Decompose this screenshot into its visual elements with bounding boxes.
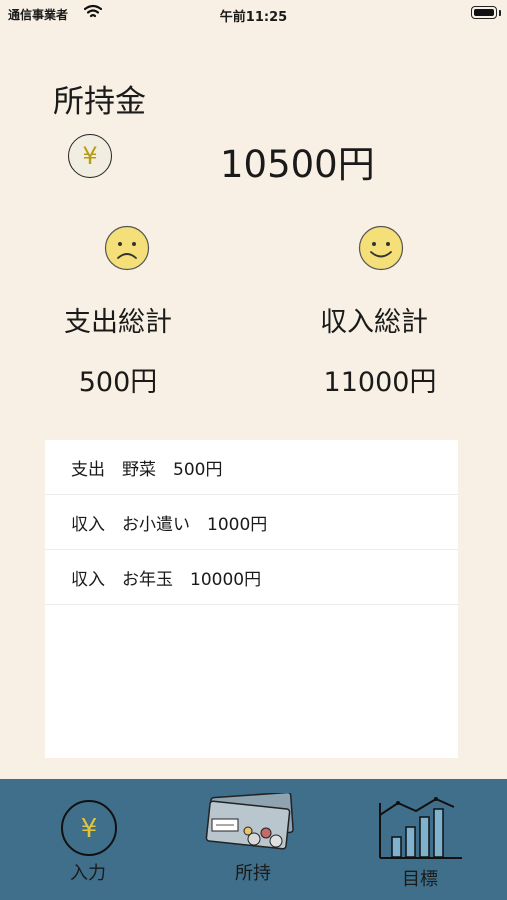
income-total-value: 11000円 (323, 367, 437, 398)
balance-amount: 10500円 (220, 143, 375, 186)
balance-title: 所持金 (53, 84, 146, 120)
tab-goal[interactable]: 目標 (350, 779, 500, 900)
tab-bar: ¥ 入力 所持 目標 (0, 779, 507, 900)
tab-holdings-label: 所持 (235, 863, 271, 884)
wallet-icon (205, 793, 294, 850)
yen-symbol: ¥ (82, 142, 98, 170)
transaction-list[interactable]: 支出 野菜 500円 収入 お小遣い 1000円 収入 お年玉 10000円 (45, 440, 458, 758)
expense-total-value: 500円 (78, 367, 158, 398)
transaction-text: 収入 お年玉 10000円 (71, 569, 262, 590)
income-total-label: 収入総計 (320, 307, 428, 338)
battery-icon (471, 6, 497, 19)
status-time: 午前11:25 (219, 10, 288, 25)
sad-face-icon (104, 225, 150, 271)
tab-goal-label: 目標 (402, 869, 438, 890)
list-item[interactable]: 収入 お小遣い 1000円 (45, 495, 458, 550)
happy-face-icon (358, 225, 404, 271)
tab-holdings[interactable]: 所持 (190, 779, 320, 900)
transaction-text: 支出 野菜 500円 (71, 459, 223, 480)
svg-text:¥: ¥ (81, 814, 98, 844)
tab-input-label: 入力 (70, 863, 106, 884)
expense-total-label: 支出総計 (64, 307, 172, 338)
status-bar: 通信事業者 午前11:25 (0, 0, 507, 28)
list-item[interactable]: 収入 お年玉 10000円 (45, 550, 458, 605)
list-item[interactable]: 支出 野菜 500円 (45, 440, 458, 495)
yen-coin-icon: ¥ (61, 800, 117, 856)
battery-cap (499, 10, 501, 16)
yen-coin-icon: ¥ (68, 134, 112, 178)
transaction-text: 収入 お小遣い 1000円 (71, 514, 268, 535)
bar-chart-icon (379, 797, 462, 859)
tab-input[interactable]: ¥ 入力 (20, 779, 160, 900)
